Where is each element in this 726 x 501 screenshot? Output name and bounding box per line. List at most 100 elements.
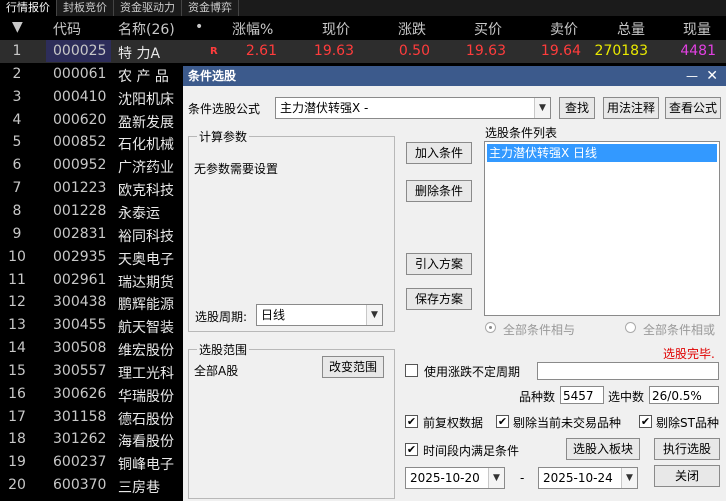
import-plan-button[interactable]: 引入方案 [406, 253, 472, 275]
row-name[interactable]: 裕同科技 [118, 226, 174, 246]
close-icon[interactable]: ✕ [706, 66, 718, 86]
row-code[interactable]: 002935 [53, 249, 106, 265]
condition-select-dialog: 条件选股 — ✕ 条件选股公式 主力潜伏转强X - ▼ 查找 用法注释 查看公式… [183, 66, 726, 501]
row-index: 6 [12, 157, 22, 174]
period-input[interactable] [537, 362, 719, 380]
row-code[interactable]: 000952 [53, 157, 106, 173]
find-button[interactable]: 查找 [559, 97, 595, 119]
header-dot: • [195, 19, 204, 35]
tab-limit-auction[interactable]: 封板竞价 [57, 0, 114, 16]
add-condition-button[interactable]: 加入条件 [406, 142, 472, 164]
radio-and[interactable] [485, 322, 496, 333]
row-code[interactable]: 001228 [53, 203, 106, 219]
row-name[interactable]: 农 产 品 [118, 66, 169, 86]
header-code[interactable]: 代码 [53, 19, 81, 39]
add-to-block-button[interactable]: 选股入板块 [566, 438, 640, 460]
date-to-picker[interactable]: 2025-10-24 ▼ [538, 467, 638, 489]
header-change[interactable]: 涨跌 [398, 19, 426, 39]
chevron-down-icon[interactable]: ▼ [366, 305, 382, 325]
formula-select[interactable]: 主力潜伏转强X - ▼ [275, 97, 551, 119]
row-index: 20 [8, 477, 26, 494]
row-code[interactable]: 300557 [53, 363, 106, 379]
row-code[interactable]: 301262 [53, 431, 106, 447]
execute-select-button[interactable]: 执行选股 [654, 438, 720, 460]
row-name[interactable]: 鹏辉能源 [118, 294, 174, 314]
row-code[interactable]: 000025 [53, 43, 106, 59]
row-name[interactable]: 华瑞股份 [118, 386, 174, 406]
row-name[interactable]: 维宏股份 [118, 340, 174, 360]
row-name[interactable]: 永泰运 [118, 203, 160, 223]
timerange-checkbox[interactable]: ✔ [405, 443, 418, 456]
row-name[interactable]: 特 力A [118, 43, 160, 63]
row-name[interactable]: 盈新发展 [118, 112, 174, 132]
fq-checkbox[interactable]: ✔ [405, 415, 418, 428]
delete-condition-button[interactable]: 删除条件 [406, 180, 472, 202]
row-name[interactable]: 德石股份 [118, 409, 174, 429]
header-vol[interactable]: 总量 [617, 19, 645, 39]
row-index: 17 [8, 408, 26, 425]
tab-fund-drive[interactable]: 资金驱动力 [114, 0, 182, 16]
header-cur[interactable]: 现量 [683, 19, 711, 39]
dialog-title[interactable]: 条件选股 [183, 66, 726, 86]
row-name[interactable]: 航天智装 [118, 317, 174, 337]
radio-and-label: 全部条件相与 [503, 323, 576, 337]
condition-list[interactable]: 主力潜伏转强X 日线 [484, 141, 720, 316]
chevron-down-icon[interactable]: ▼ [621, 468, 637, 488]
chevron-down-icon[interactable]: ▼ [488, 468, 504, 488]
row-name[interactable]: 瑞达期货 [118, 272, 174, 292]
row-name[interactable]: 广济药业 [118, 157, 174, 177]
tab-quote[interactable]: 行情报价 [0, 0, 57, 16]
row-code[interactable]: 000061 [53, 66, 106, 82]
row-name[interactable]: 海看股份 [118, 431, 174, 451]
exclude-notrade-checkbox[interactable]: ✔ [496, 415, 509, 428]
chevron-down-icon[interactable]: ▼ [534, 98, 550, 118]
header-ask[interactable]: 卖价 [550, 19, 578, 39]
row-code[interactable]: 600237 [53, 454, 106, 470]
header-bid[interactable]: 买价 [474, 19, 502, 39]
header-name[interactable]: 名称(26) [118, 19, 175, 39]
row-name[interactable]: 理工光科 [118, 363, 174, 383]
row-code[interactable]: 000852 [53, 134, 106, 150]
usage-note-button[interactable]: 用法注释 [603, 97, 659, 119]
row-index: 7 [12, 180, 22, 197]
row-name[interactable]: 铜峰电子 [118, 454, 174, 474]
exclude-st-checkbox[interactable]: ✔ [639, 415, 652, 428]
row-name[interactable]: 三房巷 [118, 477, 160, 497]
change-range-button[interactable]: 改变范围 [322, 356, 384, 378]
table-row[interactable]: 1 000025 特 力A R 2.61 19.63 0.50 19.63 19.64 27018… [0, 40, 726, 63]
header-pct[interactable]: 涨幅% [232, 19, 273, 39]
sort-arrow-icon[interactable]: ▼ [12, 19, 23, 35]
row-index: 14 [8, 340, 26, 357]
row-code[interactable]: 300455 [53, 317, 106, 333]
row-code[interactable]: 301158 [53, 409, 106, 425]
row-index: 4 [12, 111, 22, 128]
row-code[interactable]: 300438 [53, 294, 106, 310]
condition-list-item[interactable]: 主力潜伏转强X 日线 [487, 144, 717, 162]
row-name[interactable]: 沈阳机床 [118, 89, 174, 109]
row-cur: 4481 [680, 43, 716, 59]
minimize-icon[interactable]: — [686, 66, 698, 86]
row-code[interactable]: 300508 [53, 340, 106, 356]
row-code[interactable]: 001223 [53, 180, 106, 196]
date-from-picker[interactable]: 2025-10-20 ▼ [405, 467, 505, 489]
save-plan-button[interactable]: 保存方案 [406, 288, 472, 310]
close-button[interactable]: 关闭 [654, 465, 720, 487]
row-index: 18 [8, 431, 26, 448]
row-name[interactable]: 天奥电子 [118, 249, 174, 269]
tab-fund-game[interactable]: 资金博弈 [182, 0, 239, 16]
radio-or[interactable] [625, 322, 636, 333]
view-formula-button[interactable]: 查看公式 [665, 97, 721, 119]
row-code[interactable]: 000620 [53, 112, 106, 128]
row-name[interactable]: 欧克科技 [118, 180, 174, 200]
row-name[interactable]: 石化机械 [118, 134, 174, 154]
row-code[interactable]: 002831 [53, 226, 106, 242]
period-select[interactable]: 日线 ▼ [256, 304, 383, 326]
use-period-checkbox[interactable] [405, 364, 418, 377]
row-code[interactable]: 000410 [53, 89, 106, 105]
row-code[interactable]: 300626 [53, 386, 106, 402]
row-code[interactable]: 002961 [53, 272, 106, 288]
header-price[interactable]: 现价 [322, 19, 350, 39]
row-code[interactable]: 600370 [53, 477, 106, 493]
row-index: 8 [12, 202, 22, 219]
row-index: 5 [12, 134, 22, 151]
